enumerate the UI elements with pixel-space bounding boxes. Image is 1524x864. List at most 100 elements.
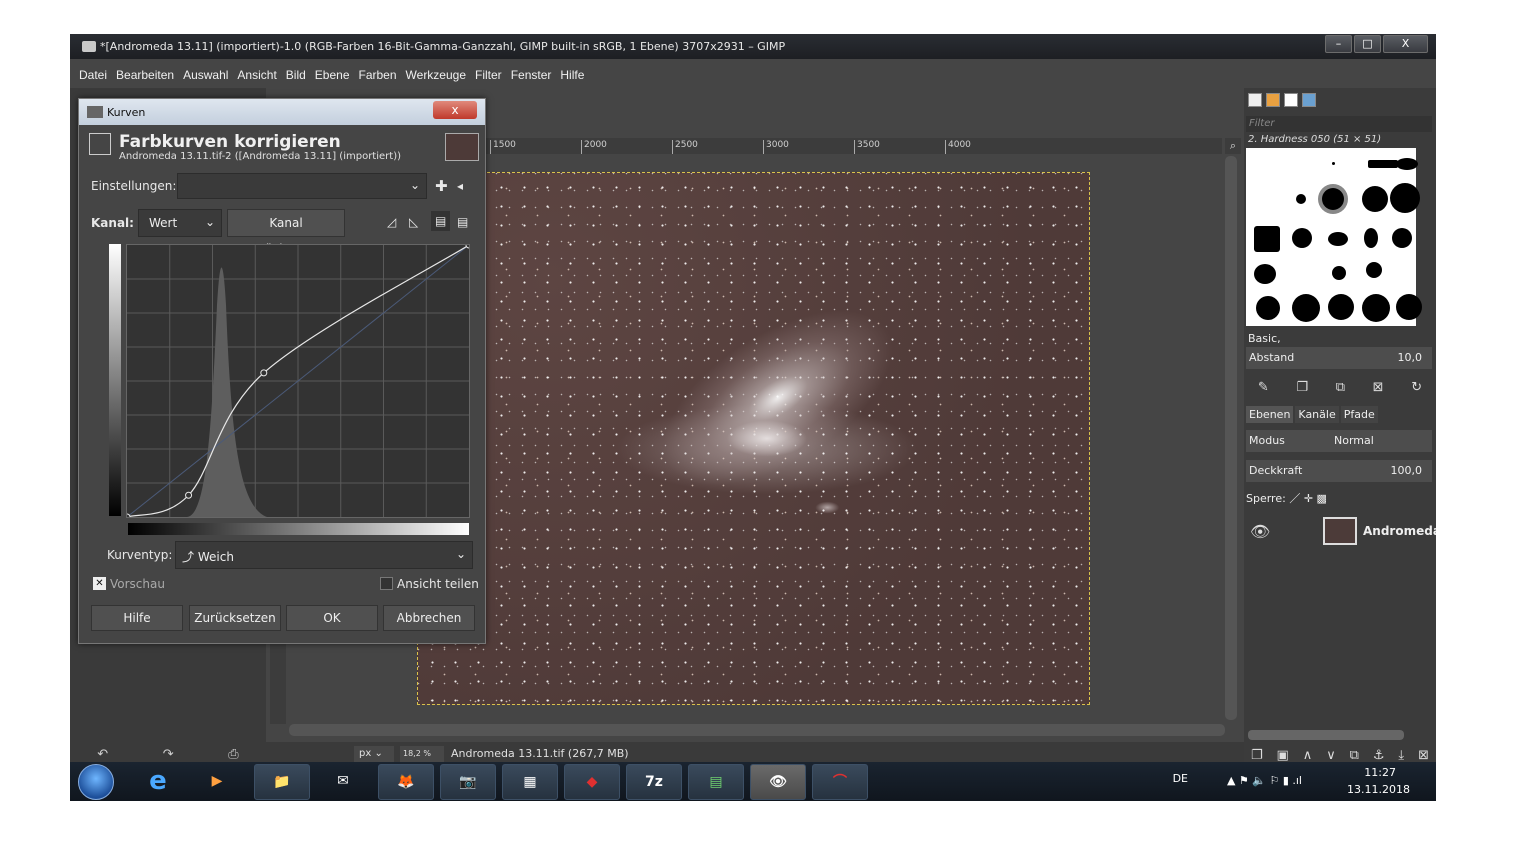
brush-set-select[interactable]: Basic, <box>1248 332 1281 345</box>
diagram-app-icon[interactable]: ▤ <box>688 764 744 800</box>
menu-bild[interactable]: Bild <box>283 64 312 86</box>
curves-icon <box>89 133 111 155</box>
language-indicator[interactable]: DE <box>1173 772 1188 785</box>
curve-editor[interactable] <box>123 241 473 521</box>
log-histogram-icon[interactable]: ◺ <box>409 215 418 229</box>
curve-graph[interactable] <box>123 241 473 521</box>
ie-icon[interactable]: e <box>132 764 184 800</box>
visibility-eye-icon[interactable]: 👁 <box>1250 522 1270 541</box>
tab-ebenen[interactable]: Ebenen <box>1246 406 1294 423</box>
clock-time[interactable]: 11:27 <box>1364 766 1396 779</box>
tray-icons[interactable]: ▲ ⚑ 🔈 ⚐ ▮ .ıl <box>1227 774 1302 787</box>
window-title: *[Andromeda 13.11] (importiert)-1.0 (RGB… <box>100 40 786 53</box>
brush-grid[interactable] <box>1246 148 1422 326</box>
add-preset-icon[interactable]: ✚ <box>435 177 448 195</box>
brush-tab-icon[interactable] <box>1248 93 1262 107</box>
lock-position-icon[interactable]: ✛ <box>1304 492 1313 505</box>
ruler-tick: 4000 <box>945 140 971 154</box>
presets-select[interactable]: ⌄ <box>177 173 427 199</box>
mail-icon[interactable]: ✉ <box>315 764 371 800</box>
undo-icon[interactable]: ↶ <box>97 747 108 762</box>
pattern-tab-icon[interactable] <box>1266 93 1280 107</box>
histogram-display-icon[interactable]: ▤ <box>457 215 468 229</box>
preset-menu-icon[interactable]: ◂ <box>457 179 463 193</box>
delete-brush-icon[interactable]: ⊠ <box>1373 380 1384 395</box>
redo-icon[interactable]: ↷ <box>163 747 174 762</box>
cancel-button[interactable]: Abbrechen <box>383 605 475 631</box>
control-panel-icon[interactable]: ▦ <box>502 764 558 800</box>
channel-select[interactable]: Wert ⌄ <box>138 209 222 237</box>
edit-brush-icon[interactable]: ✎ <box>1258 380 1269 395</box>
dialog-close-button[interactable]: x <box>433 101 477 119</box>
curve-display-icon[interactable]: ▤ <box>431 211 451 231</box>
7zip-icon[interactable]: 7z <box>626 764 682 800</box>
firefox-icon[interactable]: 🦊 <box>378 764 434 800</box>
opacity-label: Deckkraft <box>1249 464 1303 477</box>
app-icon-2[interactable]: ⌒ <box>812 764 868 800</box>
curve-point[interactable] <box>185 491 193 499</box>
dock-tab-icons <box>1248 93 1316 107</box>
chevron-down-icon: ⌄ <box>455 547 466 561</box>
layer-row[interactable]: 👁 Andromeda 1 <box>1246 514 1436 548</box>
channel-value: Wert <box>149 216 178 230</box>
ruler-tick: 3000 <box>763 140 789 154</box>
print-icon[interactable]: ⎙ <box>228 747 238 762</box>
menu-bearbeiten[interactable]: Bearbeiten <box>113 64 180 86</box>
refresh-icon[interactable]: ↻ <box>1411 380 1422 395</box>
media-player-icon[interactable]: ▶ <box>192 764 242 800</box>
mode-label: Modus <box>1249 434 1285 447</box>
linear-histogram-icon[interactable]: ◿ <box>387 215 396 229</box>
horizontal-scrollbar[interactable] <box>289 724 1225 736</box>
help-button[interactable]: Hilfe <box>91 605 183 631</box>
unit-select[interactable]: px ⌄ <box>354 746 394 762</box>
menu-fenster[interactable]: Fenster <box>508 64 558 86</box>
lock-pixels-icon[interactable]: ／ <box>1289 492 1300 505</box>
close-button[interactable]: X <box>1383 35 1428 53</box>
curve-type-label: Kurventyp: <box>107 548 173 562</box>
reset-button[interactable]: Zurücksetzen <box>189 605 281 631</box>
curve-point[interactable] <box>260 369 268 377</box>
menu-ansicht[interactable]: Ansicht <box>234 64 282 86</box>
zoom-select[interactable]: 18,2 % <box>400 746 444 762</box>
ruler-tick: 2000 <box>581 140 607 154</box>
ok-button[interactable]: OK <box>286 605 378 631</box>
start-button[interactable] <box>78 764 114 800</box>
menu-werkzeuge[interactable]: Werkzeuge <box>403 64 472 86</box>
tab-pfade[interactable]: Pfade <box>1340 406 1378 423</box>
menu-auswahl[interactable]: Auswahl <box>180 64 234 86</box>
menu-farben[interactable]: Farben <box>356 64 403 86</box>
preview-checkbox[interactable]: ✕ <box>93 577 106 590</box>
vertical-scrollbar[interactable] <box>1225 156 1237 720</box>
gimp-taskbar-icon[interactable]: 👁 <box>750 764 806 800</box>
new-brush-icon[interactable]: ❐ <box>1296 380 1308 395</box>
lock-alpha-icon[interactable]: ▩ <box>1317 492 1327 505</box>
reset-channel-button[interactable]: Kanal zurücksetzen <box>227 209 345 256</box>
gradient-tab-icon[interactable] <box>1302 93 1316 107</box>
vertical-gradient <box>109 244 121 516</box>
menu-ebene[interactable]: Ebene <box>312 64 356 86</box>
spacing-slider[interactable]: Abstand 10,0 <box>1246 347 1432 369</box>
clock-date[interactable]: 13.11.2018 <box>1347 783 1410 796</box>
explorer-icon[interactable]: 📁 <box>254 764 310 800</box>
split-view-checkbox[interactable] <box>380 577 393 590</box>
brush-filter-input[interactable]: Filter <box>1246 116 1432 132</box>
duplicate-brush-icon[interactable]: ⧉ <box>1336 380 1345 395</box>
minimize-button[interactable]: – <box>1325 35 1352 53</box>
font-tab-icon[interactable] <box>1284 93 1298 107</box>
andromeda-image[interactable] <box>417 172 1090 705</box>
tab-kanaele[interactable]: Kanäle <box>1295 406 1339 423</box>
opacity-slider[interactable]: Deckkraft 100,0 <box>1246 460 1432 482</box>
menu-datei[interactable]: Datei <box>70 64 113 86</box>
menu-filter[interactable]: Filter <box>472 64 508 86</box>
brush-name: 2. Hardness 050 (51 × 51) <box>1248 134 1382 145</box>
zoom-icon[interactable]: ⌕ <box>1225 138 1241 154</box>
mode-select[interactable]: Modus Normal <box>1246 430 1432 452</box>
curve-type-select[interactable]: ⤴ Weich ⌄ <box>175 541 473 569</box>
gimp-icon <box>82 41 96 52</box>
dialog-header: Farbkurven korrigieren Andromeda 13.11.t… <box>87 129 479 169</box>
menu-hilfe[interactable]: Hilfe <box>557 64 590 86</box>
maximize-button[interactable]: □ <box>1354 35 1381 53</box>
app-icon[interactable]: ◆ <box>564 764 620 800</box>
dock-scrollbar[interactable] <box>1248 730 1404 740</box>
photo-viewer-icon[interactable]: 📷 <box>440 764 496 800</box>
